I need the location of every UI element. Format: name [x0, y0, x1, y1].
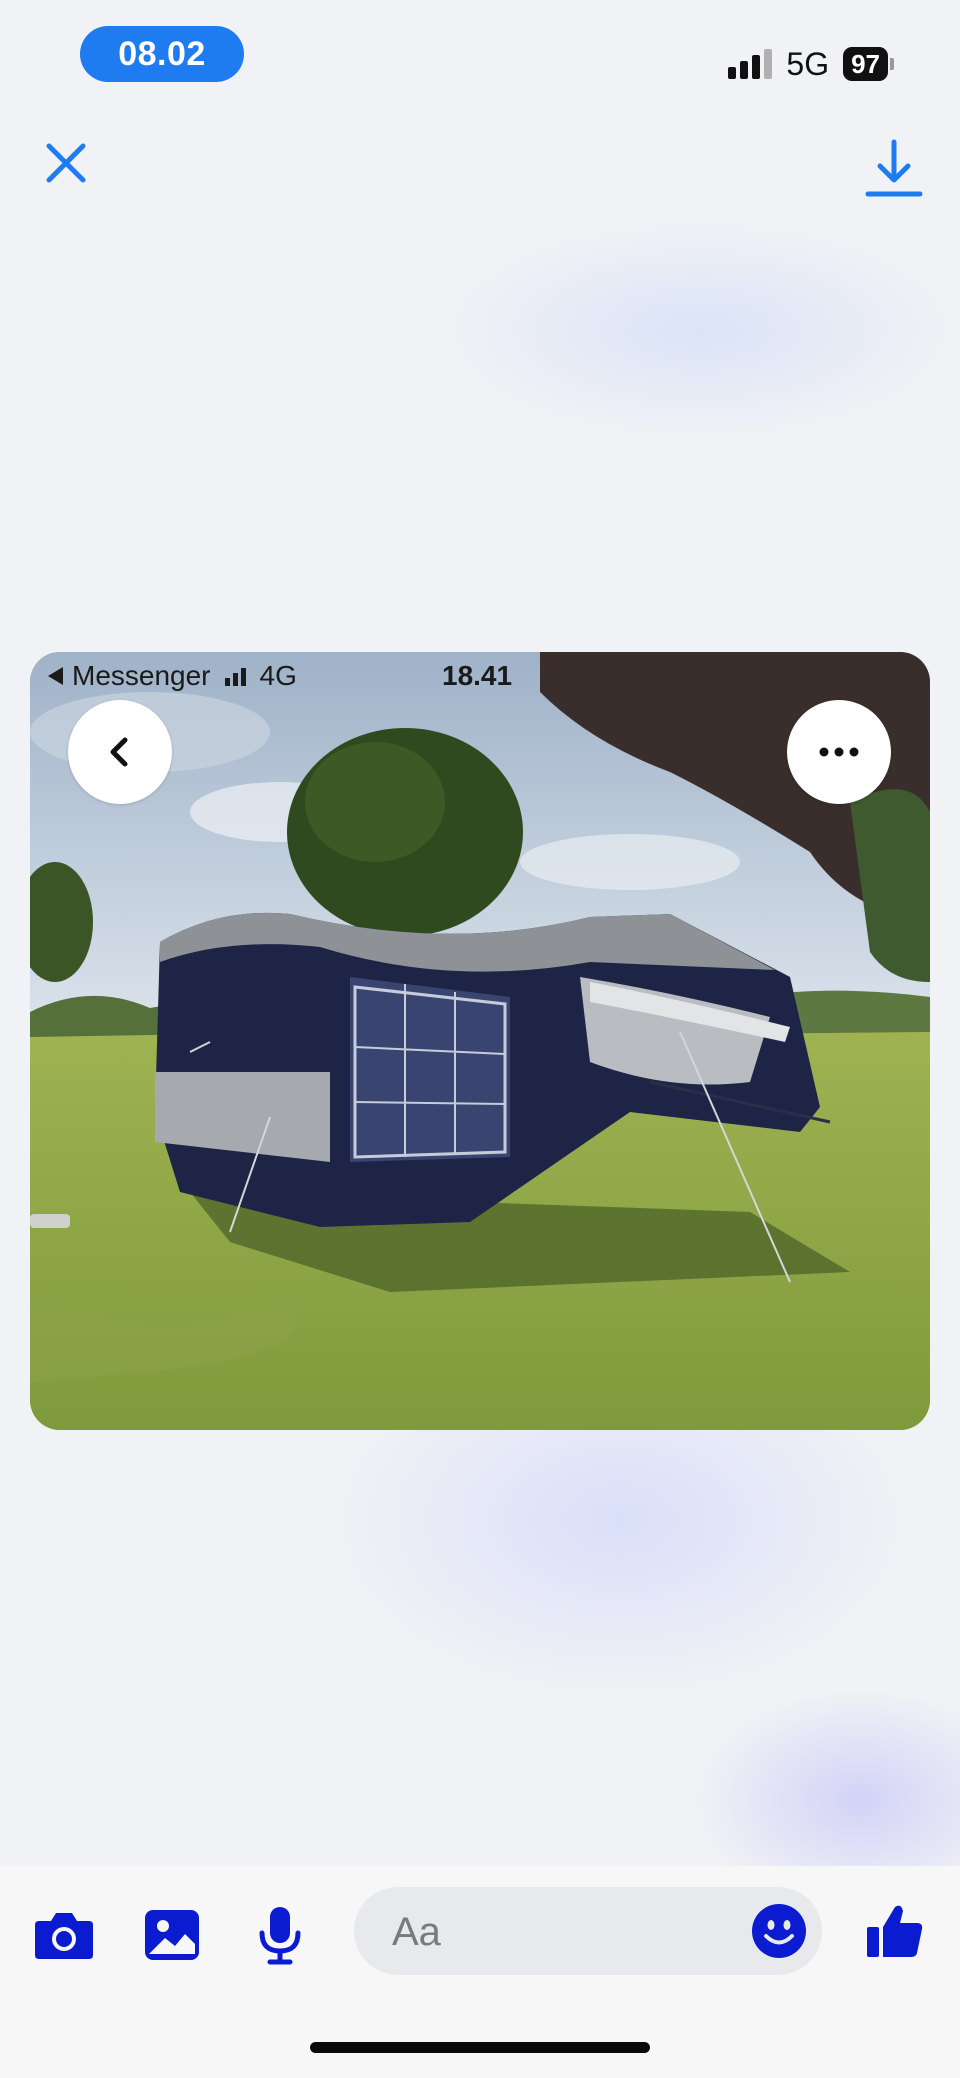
status-indicators: 5G 97: [728, 40, 894, 88]
status-time: 08.02: [80, 26, 244, 82]
emoji-button[interactable]: [750, 1902, 808, 1960]
camera-button[interactable]: [29, 1900, 99, 1970]
shared-photo[interactable]: Messenger 4G 18.41: [30, 652, 930, 1430]
gallery-icon: [145, 1910, 199, 1960]
thumbs-up-icon: [867, 1905, 923, 1957]
photo-back-button[interactable]: [68, 700, 172, 804]
emoji-icon: [752, 1904, 806, 1958]
photo-more-button[interactable]: [787, 700, 891, 804]
back-arrow-icon: [48, 667, 63, 685]
microphone-icon: [259, 1907, 301, 1965]
embedded-signal-icon: [224, 666, 246, 686]
embedded-time: 18.41: [442, 660, 513, 691]
gallery-button[interactable]: [137, 1900, 207, 1970]
battery-level: 97: [843, 47, 888, 81]
message-input[interactable]: [390, 1887, 734, 1977]
close-button[interactable]: [38, 135, 94, 191]
home-indicator[interactable]: [310, 2042, 650, 2053]
like-button[interactable]: [860, 1896, 930, 1966]
embedded-status-bar: Messenger 4G 18.41: [30, 652, 930, 702]
chevron-left-icon: [110, 737, 128, 767]
more-horizontal-icon: [819, 747, 859, 757]
network-type: 5G: [786, 45, 830, 82]
cellular-signal-icon: [728, 49, 773, 79]
battery-icon: [890, 58, 894, 70]
embedded-back-app: Messenger: [72, 660, 211, 691]
embedded-network: 4G: [259, 660, 297, 691]
camera-icon: [35, 1913, 93, 1959]
message-field[interactable]: [354, 1887, 822, 1977]
download-button[interactable]: [862, 138, 926, 202]
microphone-button[interactable]: [245, 1900, 315, 1970]
download-icon: [865, 139, 923, 197]
close-icon: [46, 143, 86, 183]
